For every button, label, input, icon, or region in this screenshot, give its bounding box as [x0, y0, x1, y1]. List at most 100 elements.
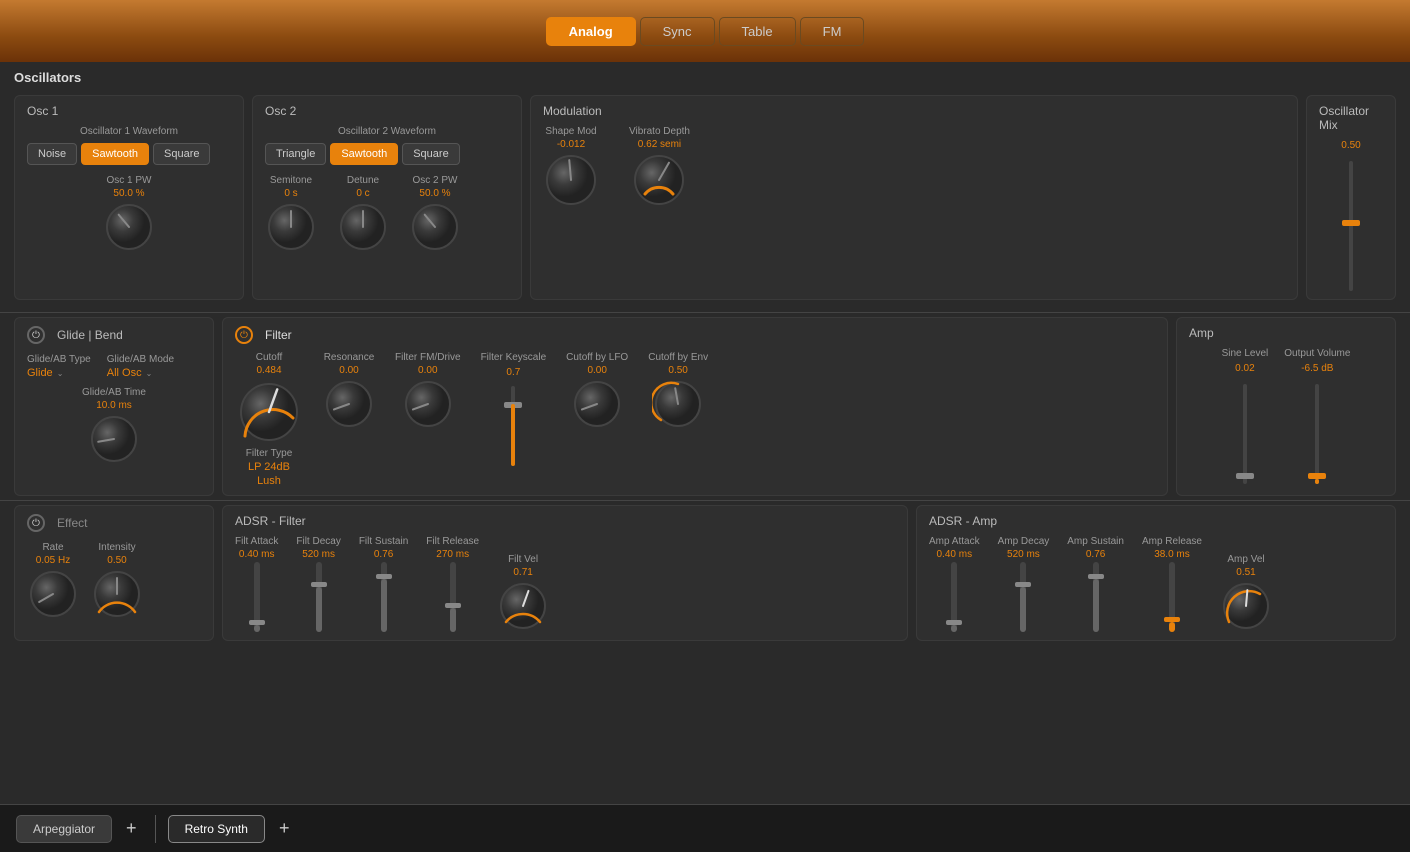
filter-fm-knob[interactable] [402, 378, 454, 430]
amp-vel-knob[interactable] [1220, 580, 1272, 632]
amp-release-track[interactable] [1169, 562, 1175, 632]
filter-keyscale-track[interactable] [511, 386, 515, 466]
filt-sustain-track[interactable] [381, 562, 387, 632]
glide-type-chevron: ⌄ [57, 369, 64, 378]
filt-vel-group: Filt Vel 0.71 [497, 554, 549, 632]
osc1-pw-label: Osc 1 PW [106, 175, 151, 186]
amp-decay-thumb[interactable] [1015, 582, 1031, 587]
osc2-pw-label: Osc 2 PW [412, 175, 457, 186]
osc2-semitone-knob[interactable] [265, 201, 317, 253]
filt-vel-knob[interactable] [497, 580, 549, 632]
amp-attack-thumb[interactable] [946, 620, 962, 625]
sine-level-thumb[interactable] [1236, 473, 1254, 479]
osc2-pw-knob[interactable] [409, 201, 461, 253]
osc2-detune-knob[interactable] [337, 201, 389, 253]
glide-type-select[interactable]: Glide ⌄ [27, 367, 91, 379]
shape-mod-knob[interactable] [543, 152, 599, 208]
oscmix-slider-track[interactable] [1349, 161, 1353, 291]
osc2-detune-label: Detune [347, 175, 379, 186]
effect-rate-label: Rate [42, 542, 63, 553]
filter-keyscale-fill [511, 404, 515, 466]
add-instrument-button[interactable]: + [273, 818, 296, 839]
osc1-waveform-buttons: Noise Sawtooth Square [27, 143, 231, 165]
adsr-filter-panel: ADSR - Filter Filt Attack 0.40 ms Filt D… [222, 505, 908, 641]
effect-rate-knob[interactable] [27, 568, 79, 620]
filter-resonance-knob[interactable] [323, 378, 375, 430]
amp-decay-value: 520 ms [1007, 549, 1040, 560]
add-preset-button[interactable]: + [120, 818, 143, 839]
filter-resonance-label: Resonance [324, 352, 375, 363]
effect-power-button[interactable]: ⏻ [27, 514, 45, 532]
glide-panel: ⏻ Glide | Bend Glide/AB Type Glide ⌄ Gli… [14, 317, 214, 496]
filt-attack-track[interactable] [254, 562, 260, 632]
oscmix-panel: Oscillator Mix 0.50 [1306, 95, 1396, 300]
filter-type-select[interactable]: LP 24dB [248, 461, 290, 473]
filter-power-button[interactable]: ⏻ [235, 326, 253, 344]
glide-mode-select[interactable]: All Osc ⌄ [107, 367, 174, 379]
osc1-wf-noise[interactable]: Noise [27, 143, 77, 165]
glide-power-button[interactable]: ⏻ [27, 326, 45, 344]
filt-decay-thumb[interactable] [311, 582, 327, 587]
bottom-row: ⏻ Effect Rate 0.05 Hz [0, 501, 1410, 645]
effect-power-icon: ⏻ [32, 518, 40, 529]
sine-level-track[interactable] [1243, 384, 1247, 484]
tab-analog[interactable]: Analog [546, 17, 636, 46]
modulation-title: Modulation [543, 104, 1285, 118]
filt-release-fill [450, 608, 456, 633]
osc-row: Osc 1 Oscillator 1 Waveform Noise Sawtoo… [0, 91, 1410, 304]
filt-release-track[interactable] [450, 562, 456, 632]
filter-resonance-value: 0.00 [339, 365, 358, 376]
osc2-pw-group: Osc 2 PW 50.0 % [409, 175, 461, 253]
filt-sustain-thumb[interactable] [376, 574, 392, 579]
osc2-wf-triangle[interactable]: Triangle [265, 143, 326, 165]
glide-type-value: Glide [27, 367, 53, 379]
vibrato-depth-knob[interactable] [631, 152, 687, 208]
osc2-wf-square[interactable]: Square [402, 143, 459, 165]
amp-release-thumb[interactable] [1164, 617, 1180, 622]
osc2-detune-group: Detune 0 c [337, 175, 389, 253]
osc1-pw-knob[interactable] [103, 201, 155, 253]
amp-sustain-thumb[interactable] [1088, 574, 1104, 579]
effect-intensity-value: 0.50 [107, 555, 126, 566]
tab-table[interactable]: Table [719, 17, 796, 46]
filt-decay-value: 520 ms [302, 549, 335, 560]
tab-fm[interactable]: FM [800, 17, 865, 46]
filt-decay-track[interactable] [316, 562, 322, 632]
power-icon: ⏻ [32, 330, 40, 341]
middle-row: ⏻ Glide | Bend Glide/AB Type Glide ⌄ Gli… [0, 313, 1410, 501]
amp-decay-track[interactable] [1020, 562, 1026, 632]
cutoff-lfo-value: 0.00 [587, 365, 606, 376]
retro-synth-button[interactable]: Retro Synth [168, 815, 265, 843]
oscillators-section: Oscillators Osc 1 Oscillator 1 Waveform … [0, 62, 1410, 313]
glide-type-label: Glide/AB Type [27, 354, 91, 365]
effect-intensity-label: Intensity [98, 542, 135, 553]
glide-time-knob[interactable] [88, 413, 140, 465]
amp-attack-label: Amp Attack [929, 536, 980, 547]
amp-attack-track[interactable] [951, 562, 957, 632]
osc2-wf-sawtooth[interactable]: Sawtooth [330, 143, 398, 165]
cutoff-env-knob[interactable] [652, 378, 704, 430]
glide-time-group: Glide/AB Time 10.0 ms [27, 387, 201, 465]
filter-power-icon: ⏻ [240, 330, 248, 341]
effect-rate-value: 0.05 Hz [36, 555, 70, 566]
output-volume-track[interactable] [1315, 384, 1319, 484]
filter-cutoff-knob[interactable] [235, 378, 303, 446]
effect-title: Effect [57, 516, 87, 530]
tab-sync[interactable]: Sync [640, 17, 715, 46]
glide-time-label: Glide/AB Time [82, 387, 146, 398]
arpeggiator-button[interactable]: Arpeggiator [16, 815, 112, 843]
amp-sustain-value: 0.76 [1086, 549, 1105, 560]
cutoff-lfo-knob[interactable] [571, 378, 623, 430]
amp-decay-label: Amp Decay [998, 536, 1050, 547]
amp-sustain-track[interactable] [1093, 562, 1099, 632]
osc2-semitone-label: Semitone [270, 175, 312, 186]
effect-panel: ⏻ Effect Rate 0.05 Hz [14, 505, 214, 641]
filt-release-thumb[interactable] [445, 603, 461, 608]
oscmix-slider-thumb[interactable] [1342, 220, 1360, 226]
filt-attack-thumb[interactable] [249, 620, 265, 625]
osc1-wf-square[interactable]: Square [153, 143, 210, 165]
cutoff-env-label: Cutoff by Env [648, 352, 708, 363]
effect-intensity-knob[interactable] [91, 568, 143, 620]
adsr-amp-panel: ADSR - Amp Amp Attack 0.40 ms Amp Decay … [916, 505, 1396, 641]
osc1-wf-sawtooth[interactable]: Sawtooth [81, 143, 149, 165]
